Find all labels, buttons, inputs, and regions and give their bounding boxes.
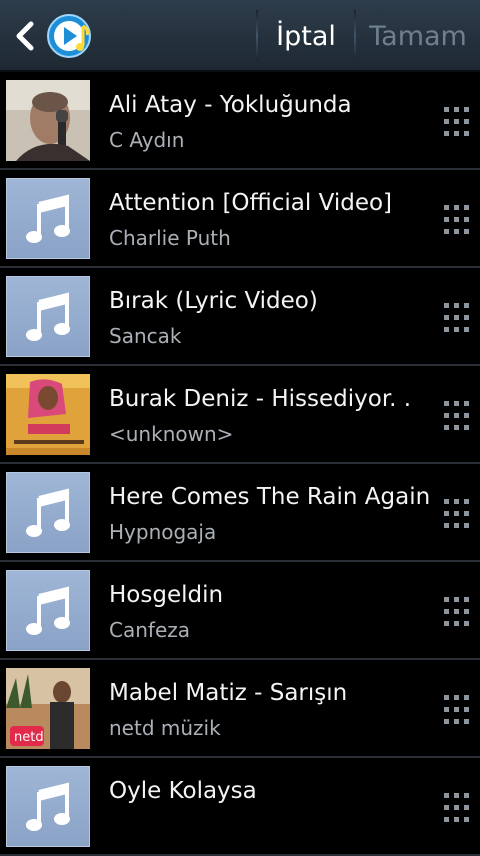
drag-handle-icon[interactable] <box>444 205 470 235</box>
song-artist: Charlie Puth <box>109 226 231 250</box>
music-note-icon <box>6 472 90 553</box>
list-item[interactable]: Ali Atay - Yokluğunda C Aydın <box>0 72 480 170</box>
song-artist: <unknown> <box>109 422 234 446</box>
song-title: Ali Atay - Yokluğunda <box>109 92 352 118</box>
list-item[interactable]: Here Comes The Rain Again Hypnogaja <box>0 464 480 562</box>
done-button[interactable]: Tamam <box>356 0 480 72</box>
drag-handle-icon[interactable] <box>444 695 470 725</box>
song-title: Attention [Official Video] <box>109 190 393 216</box>
song-title: Hosgeldin <box>109 582 224 608</box>
song-title: Mabel Matiz - Sarışın <box>109 680 348 706</box>
drag-handle-icon[interactable] <box>444 793 470 823</box>
drag-handle-icon[interactable] <box>444 401 470 431</box>
chevron-left-icon <box>16 21 34 51</box>
song-list: Ali Atay - Yokluğunda C Aydın Attention … <box>0 72 480 856</box>
drag-handle-icon[interactable] <box>444 303 470 333</box>
song-title: Oyle Kolaysa <box>109 778 257 804</box>
music-note-icon <box>6 276 90 357</box>
song-artist: C Aydın <box>109 128 185 152</box>
list-item[interactable]: Oyle Kolaysa <box>0 758 480 856</box>
song-artist: Canfeza <box>109 618 190 642</box>
song-title: Here Comes The Rain Again <box>109 484 431 510</box>
list-item[interactable]: Hosgeldin Canfeza <box>0 562 480 660</box>
list-item[interactable]: Bırak (Lyric Video) Sancak <box>0 268 480 366</box>
album-thumbnail <box>6 374 90 455</box>
drag-handle-icon[interactable] <box>444 499 470 529</box>
song-artist: Hypnogaja <box>109 520 217 544</box>
song-title: Bırak (Lyric Video) <box>109 288 318 314</box>
song-artist: netd müzik <box>109 716 221 740</box>
drag-handle-icon[interactable] <box>444 597 470 627</box>
music-note-icon <box>6 766 90 847</box>
list-item[interactable]: netd Mabel Matiz - Sarışın netd müzik <box>0 660 480 758</box>
album-thumbnail: netd <box>6 668 90 749</box>
cancel-button[interactable]: İptal <box>258 0 354 72</box>
list-item[interactable]: Attention [Official Video] Charlie Puth <box>0 170 480 268</box>
svg-text:netd: netd <box>14 730 44 745</box>
music-note-icon <box>6 178 90 259</box>
action-bar: İptal Tamam <box>0 0 480 72</box>
drag-handle-icon[interactable] <box>444 107 470 137</box>
song-artist: Sancak <box>109 324 182 348</box>
list-item[interactable]: Burak Deniz - Hissediyor. . <unknown> <box>0 366 480 464</box>
song-title: Burak Deniz - Hissediyor. . <box>109 386 412 412</box>
album-thumbnail <box>6 80 90 161</box>
music-note-icon <box>6 570 90 651</box>
music-player-app-icon <box>46 12 94 60</box>
back-button[interactable] <box>10 20 40 52</box>
